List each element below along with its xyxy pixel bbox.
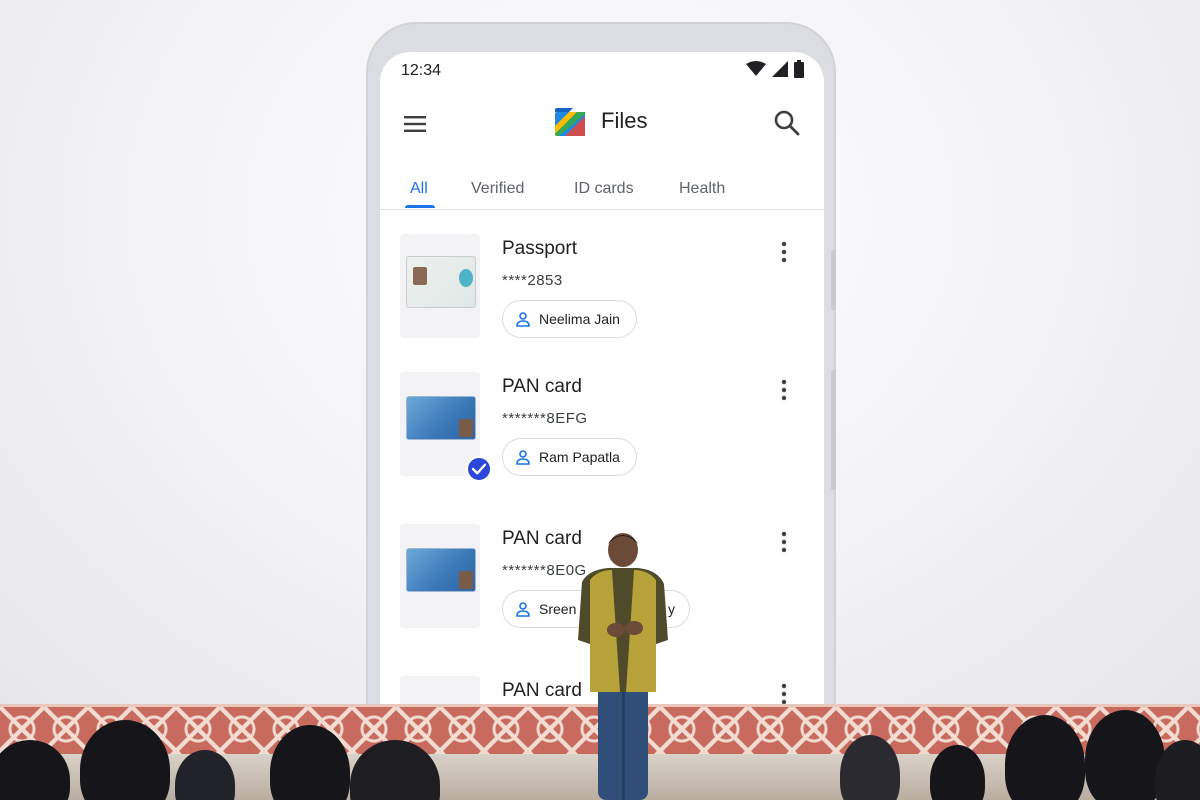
battery-icon (794, 60, 804, 78)
status-icons (746, 60, 804, 78)
status-time: 12:34 (401, 62, 442, 79)
owner-name: Neelima Jain (539, 311, 620, 327)
tab-id-cards[interactable]: ID cards (574, 180, 634, 198)
document-number: ****2853 (502, 272, 563, 289)
audience-head (175, 750, 235, 800)
list-item[interactable]: Passport ****2853 Neelima Jain (380, 234, 824, 374)
audience (0, 700, 1200, 800)
files-logo-icon (555, 108, 585, 136)
person-icon (516, 450, 530, 465)
owner-chip[interactable]: Neelima Jain (502, 300, 637, 338)
more-vert-icon[interactable] (778, 528, 790, 556)
signal-icon (772, 61, 788, 77)
more-vert-icon[interactable] (778, 238, 790, 266)
document-thumbnail (400, 234, 480, 338)
pan-card-image (406, 396, 476, 440)
phone-side-button (831, 370, 836, 490)
menu-icon[interactable] (402, 110, 430, 138)
audience-head (840, 735, 900, 800)
photo-image (459, 571, 473, 589)
tab-bar: All Verified ID cards Health (380, 170, 824, 210)
audience-head (270, 725, 350, 800)
document-thumbnail (400, 524, 480, 628)
photo-image (459, 419, 473, 437)
passport-image (406, 256, 476, 308)
active-tab-indicator (405, 205, 435, 208)
check-icon (466, 456, 492, 482)
audience-head (930, 745, 985, 800)
audience-head (350, 740, 440, 800)
pan-card-image (406, 548, 476, 592)
audience-head (0, 740, 70, 800)
audience-head (80, 720, 170, 800)
document-number: *******8EFG (502, 410, 588, 427)
app-bar: Files (380, 102, 824, 166)
app-title: Files (601, 108, 648, 133)
person-icon (516, 602, 530, 617)
audience-head (1005, 715, 1085, 800)
tab-verified[interactable]: Verified (471, 180, 524, 198)
tab-health[interactable]: Health (679, 180, 725, 198)
list-item[interactable]: PAN card *******8EFG Ram Papatla (380, 372, 824, 512)
more-vert-icon[interactable] (778, 376, 790, 404)
photo-image (413, 267, 427, 285)
status-bar: 12:34 (380, 52, 824, 90)
person-icon (516, 312, 530, 327)
wifi-icon (746, 61, 766, 76)
document-title: PAN card (502, 376, 582, 397)
tab-all[interactable]: All (410, 180, 428, 198)
photo-image (459, 269, 473, 287)
owner-name: Ram Papatla (539, 449, 620, 465)
phone-side-button (831, 250, 836, 310)
audience-head (1085, 710, 1165, 800)
search-icon[interactable] (772, 108, 802, 138)
document-title: Passport (502, 238, 577, 259)
owner-chip[interactable]: Ram Papatla (502, 438, 637, 476)
